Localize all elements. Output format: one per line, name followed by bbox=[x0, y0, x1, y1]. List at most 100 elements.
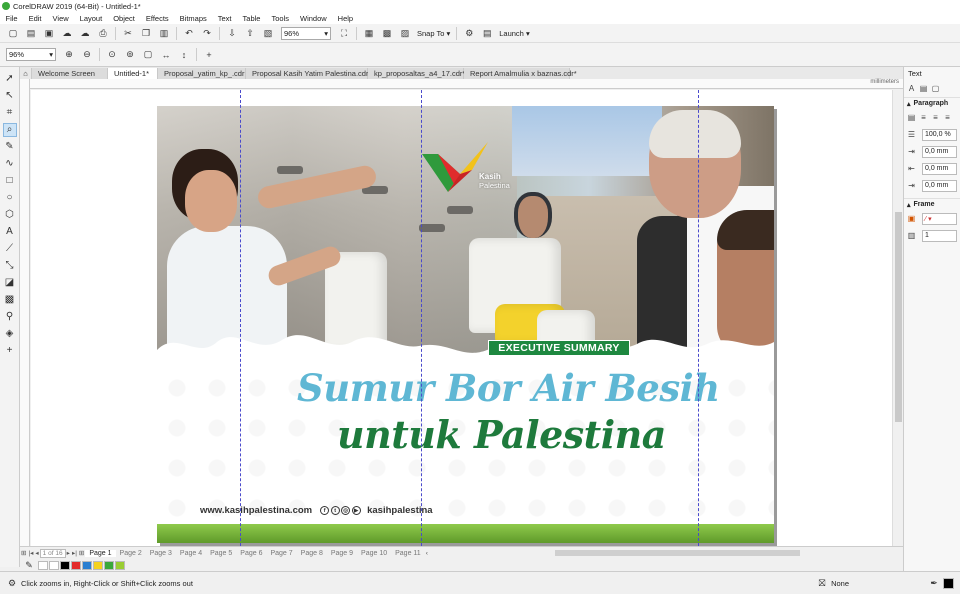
align-center-icon[interactable]: ≡ bbox=[931, 113, 940, 122]
cloud-download-icon[interactable]: ☁ bbox=[79, 27, 91, 39]
rectangle-tool-icon[interactable]: □ bbox=[3, 174, 17, 188]
menu-object[interactable]: Object bbox=[108, 14, 141, 23]
left-indent-field[interactable]: 0,0 mm bbox=[922, 162, 957, 175]
first-page-icon[interactable]: |◂ bbox=[28, 549, 33, 557]
cloud-upload-icon[interactable]: ☁ bbox=[61, 27, 73, 39]
page-tab-4[interactable]: Page 4 bbox=[176, 550, 206, 557]
tab-report-amalmulia[interactable]: Report Amalmulia x baznas.cdr* bbox=[464, 68, 577, 79]
launch-app-icon[interactable]: ▤ bbox=[481, 27, 493, 39]
color-swatch[interactable] bbox=[82, 561, 92, 570]
tab-proposal-yatim[interactable]: Proposal_yatim_kp_.cdr bbox=[158, 68, 246, 79]
launch-button[interactable]: Launch ▾ bbox=[499, 29, 529, 38]
undo-icon[interactable]: ↶ bbox=[183, 27, 195, 39]
columns-field[interactable]: 1 bbox=[922, 229, 957, 242]
paragraph-icon[interactable]: ▤ bbox=[919, 84, 928, 93]
zoom-level-select[interactable]: 96% ▾ bbox=[281, 26, 331, 40]
horizontal-ruler[interactable]: millimeters bbox=[30, 79, 903, 89]
align-right-icon[interactable]: ≡ bbox=[943, 113, 952, 122]
zoom-tool-icon[interactable]: ⌕ bbox=[2, 122, 17, 137]
right-indent-field[interactable]: 0,0 mm bbox=[922, 179, 957, 192]
page-tab-8[interactable]: Page 8 bbox=[297, 550, 327, 557]
menu-file[interactable]: File bbox=[0, 14, 23, 23]
drop-shadow-icon[interactable]: ◪ bbox=[3, 276, 17, 290]
tab-proposal-kasih-yatim[interactable]: Proposal Kasih Yatim Palestina.cdr* bbox=[246, 68, 371, 79]
eyedropper-palette-icon[interactable]: ✎ bbox=[23, 560, 35, 572]
show-grid-icon[interactable]: ▩ bbox=[381, 27, 393, 39]
frame-icon[interactable]: ▢ bbox=[931, 84, 940, 93]
page-tab-9[interactable]: Page 9 bbox=[327, 550, 357, 557]
tab-untitled-1[interactable]: Untitled-1* bbox=[108, 68, 158, 79]
crop-tool-icon[interactable]: ⌗ bbox=[3, 106, 17, 120]
menu-effects[interactable]: Effects bbox=[140, 14, 174, 23]
freehand-tool-icon[interactable]: ✎ bbox=[3, 140, 17, 154]
paragraph-section-header[interactable]: ▴ Paragraph bbox=[904, 97, 960, 109]
snap-to-button[interactable]: Snap To ▾ bbox=[417, 29, 450, 38]
line-spacing-field[interactable]: 100,0 % bbox=[922, 128, 957, 141]
prev-page-icon[interactable]: ◂ bbox=[35, 549, 38, 557]
menu-tools[interactable]: Tools bbox=[266, 14, 295, 23]
drawing-canvas[interactable]: Kasih Palestina EXECUTIVE SUMMARY Sumur … bbox=[31, 90, 892, 546]
tab-welcome-screen[interactable]: Welcome Screen bbox=[32, 68, 108, 79]
page-tab-2[interactable]: Page 2 bbox=[116, 550, 146, 557]
zoom-to-width-icon[interactable]: ↔ bbox=[160, 49, 172, 61]
page-number-field[interactable]: 1 of 16 bbox=[39, 548, 66, 558]
vertical-ruler[interactable] bbox=[20, 79, 30, 546]
zoom-in-icon[interactable]: ⊕ bbox=[63, 49, 75, 61]
page-tab-11[interactable]: Page 11 bbox=[391, 550, 425, 557]
gear-icon[interactable]: ⚙ bbox=[463, 27, 475, 39]
menu-help[interactable]: Help bbox=[332, 14, 358, 23]
add-tool-icon[interactable]: + bbox=[3, 344, 17, 358]
frame-fill-select[interactable]: ⁄ ▾ bbox=[922, 212, 957, 225]
connector-tool-icon[interactable]: ⤡ bbox=[3, 259, 17, 273]
menu-text[interactable]: Text bbox=[212, 14, 237, 23]
page-tab-1[interactable]: Page 1 bbox=[85, 549, 116, 557]
align-left-icon[interactable]: ≡ bbox=[919, 113, 928, 122]
menu-bitmaps[interactable]: Bitmaps bbox=[174, 14, 212, 23]
full-screen-icon[interactable]: ⛶ bbox=[338, 27, 350, 39]
guideline[interactable] bbox=[698, 90, 699, 546]
character-icon[interactable]: A bbox=[907, 84, 916, 93]
no-align-icon[interactable]: ▤ bbox=[907, 113, 916, 122]
color-swatch[interactable] bbox=[93, 561, 103, 570]
document-page[interactable]: Kasih Palestina EXECUTIVE SUMMARY Sumur … bbox=[157, 106, 774, 543]
menu-edit[interactable]: Edit bbox=[23, 14, 47, 23]
zoom-to-page-icon[interactable]: ▢ bbox=[142, 49, 154, 61]
color-swatch[interactable] bbox=[115, 561, 125, 570]
zoom-to-height-icon[interactable]: ↕ bbox=[178, 49, 190, 61]
polygon-tool-icon[interactable]: ⬡ bbox=[3, 208, 17, 222]
menu-layout[interactable]: Layout bbox=[74, 14, 108, 23]
fill-indicator-icon[interactable]: ⛝ bbox=[816, 577, 828, 589]
new-document-icon[interactable]: ▢ bbox=[7, 27, 19, 39]
color-swatch[interactable] bbox=[71, 561, 81, 570]
add-icon[interactable]: + bbox=[203, 49, 215, 61]
menu-table[interactable]: Table bbox=[237, 14, 266, 23]
parallel-dimension-icon[interactable]: ⟋ bbox=[3, 242, 17, 256]
outline-color-swatch[interactable] bbox=[943, 577, 954, 589]
zoom-level-combo[interactable]: 96% ▾ bbox=[6, 48, 56, 61]
page-tab-5[interactable]: Page 5 bbox=[206, 550, 236, 557]
outline-pen-icon[interactable]: ✒ bbox=[928, 577, 940, 589]
last-page-icon[interactable]: ▸| bbox=[72, 549, 77, 557]
redo-icon[interactable]: ↷ bbox=[201, 27, 213, 39]
home-tab[interactable]: ⌂ bbox=[20, 68, 32, 79]
add-page-icon[interactable]: ⊞ bbox=[21, 549, 26, 557]
menu-view[interactable]: View bbox=[47, 14, 74, 23]
show-rulers-icon[interactable]: ▦ bbox=[363, 27, 375, 39]
vertical-scrollbar[interactable] bbox=[892, 90, 903, 546]
tab-kp-proposaltas[interactable]: kp_proposaltas_a4_17.cdr* bbox=[368, 68, 465, 79]
page-tab-7[interactable]: Page 7 bbox=[266, 550, 296, 557]
pick-tool-icon[interactable]: ➚ bbox=[3, 72, 17, 86]
guideline[interactable] bbox=[240, 90, 241, 546]
eyedropper-icon[interactable]: ⚲ bbox=[3, 310, 17, 324]
print-icon[interactable]: ⎙ bbox=[97, 27, 109, 39]
menu-window[interactable]: Window bbox=[294, 14, 332, 23]
color-swatch[interactable] bbox=[60, 561, 70, 570]
frame-section-header[interactable]: ▴ Frame bbox=[904, 198, 960, 210]
save-icon[interactable]: ▣ bbox=[43, 27, 55, 39]
scrollbar-thumb[interactable] bbox=[895, 212, 902, 422]
no-color-swatch[interactable] bbox=[38, 561, 48, 570]
zoom-out-icon[interactable]: ⊖ bbox=[81, 49, 93, 61]
transparency-tool-icon[interactable]: ▩ bbox=[3, 293, 17, 307]
horizontal-scrollbar[interactable] bbox=[555, 550, 800, 556]
guideline[interactable] bbox=[421, 90, 422, 546]
